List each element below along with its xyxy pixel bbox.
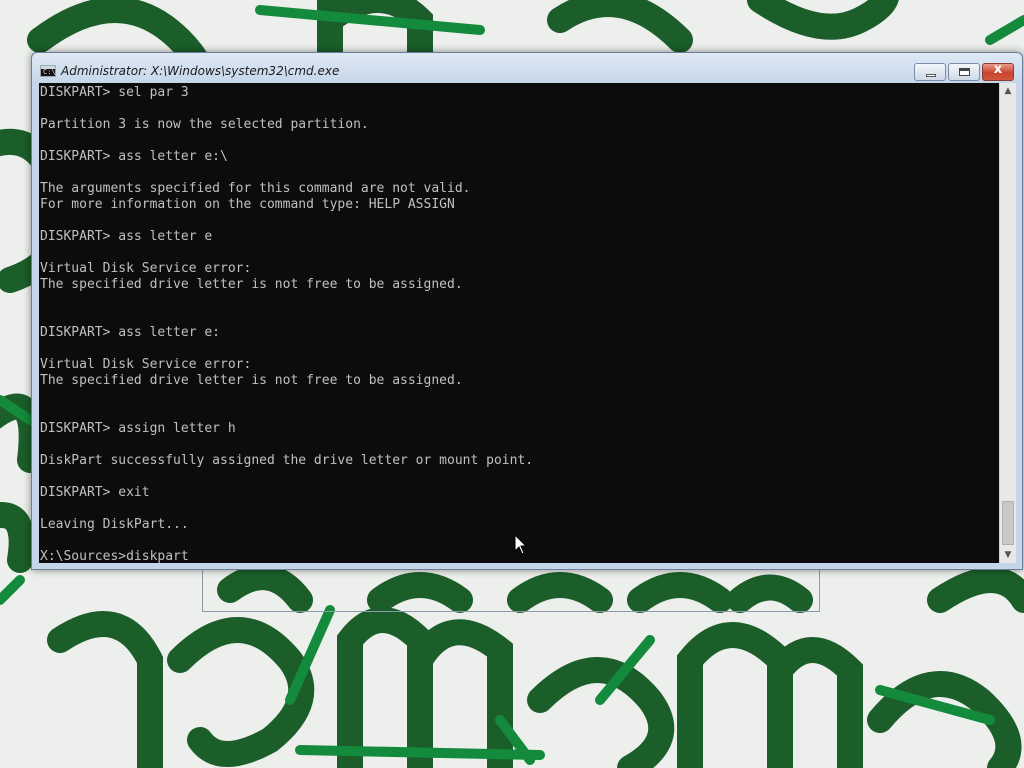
console-line: DISKPART> ass letter e — [40, 229, 213, 244]
console-line: The specified drive letter is not free t… — [40, 277, 463, 292]
console-line: DISKPART> ass letter e:\ — [40, 149, 228, 164]
minimize-button[interactable] — [914, 63, 946, 81]
title-bar[interactable]: C:\ Administrator: X:\Windows\system32\c… — [32, 53, 1022, 83]
close-icon: x — [993, 62, 1003, 77]
scroll-up-arrow-icon[interactable]: ▲ — [1000, 83, 1016, 99]
console-line: DISKPART> sel par 3 — [40, 85, 189, 100]
console-line: Virtual Disk Service error: — [40, 261, 252, 276]
maximize-icon — [959, 68, 970, 76]
scroll-down-arrow-icon[interactable]: ▼ — [1000, 547, 1016, 563]
console-line: The specified drive letter is not free t… — [40, 373, 463, 388]
console-output[interactable]: DISKPART> sel par 3 Partition 3 is now th… — [39, 83, 999, 563]
console-line: The arguments specified for this command… — [40, 181, 471, 196]
minimize-icon — [926, 74, 936, 77]
console-line: DISKPART> exit — [40, 485, 150, 500]
console-line: DISKPART> assign letter h — [40, 421, 236, 436]
cmd-window[interactable]: C:\ Administrator: X:\Windows\system32\c… — [31, 52, 1023, 570]
close-button[interactable]: x — [982, 62, 1014, 81]
console-line: DISKPART> ass letter e: — [40, 325, 221, 340]
console-line: Leaving DiskPart... — [40, 517, 189, 532]
console-line: X:\Sources>diskpart — [40, 549, 189, 563]
mouse-pointer-icon — [514, 534, 528, 555]
vertical-scrollbar[interactable]: ▲ ▼ — [999, 83, 1016, 563]
background-window-edge — [202, 566, 820, 612]
console-line: For more information on the command type… — [40, 197, 455, 212]
cmd-app-icon[interactable]: C:\ — [40, 65, 56, 77]
window-title: Administrator: X:\Windows\system32\cmd.e… — [61, 64, 340, 78]
console-line: Partition 3 is now the selected partitio… — [40, 117, 369, 132]
scroll-thumb[interactable] — [1002, 501, 1014, 545]
console-line: DiskPart successfully assigned the drive… — [40, 453, 534, 468]
console-line: Virtual Disk Service error: — [40, 357, 252, 372]
maximize-button[interactable] — [948, 63, 980, 81]
